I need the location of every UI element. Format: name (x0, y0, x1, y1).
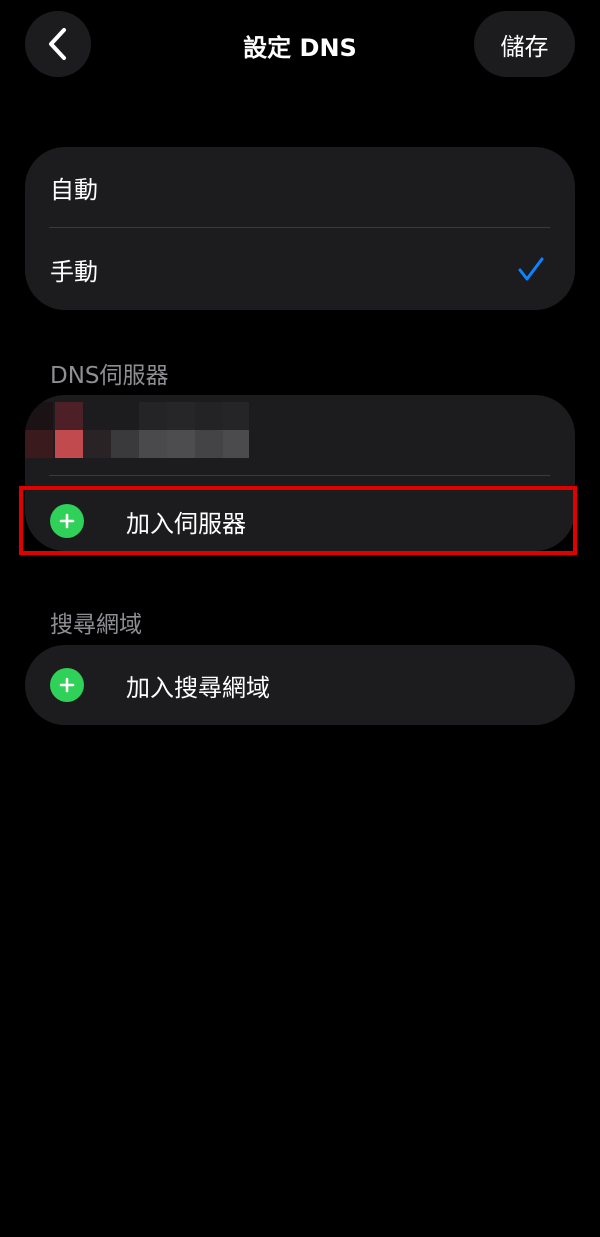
mode-option-label: 自動 (50, 176, 98, 204)
add-server-button[interactable]: 加入伺服器 (25, 483, 575, 551)
add-server-label: 加入伺服器 (126, 509, 246, 538)
dns-mode-card: 自動 手動 (25, 147, 575, 310)
divider (49, 475, 550, 476)
plus-icon (59, 513, 75, 529)
dns-server-entry-redacted[interactable] (25, 395, 575, 475)
dns-servers-header: DNS伺服器 (50, 363, 169, 389)
plus-icon (59, 677, 75, 693)
mode-option-manual[interactable]: 手動 (25, 228, 575, 310)
save-button[interactable]: 儲存 (474, 11, 575, 77)
dns-servers-card: 加入伺服器 (25, 395, 575, 551)
checkmark-icon (518, 257, 544, 281)
mode-option-automatic[interactable]: 自動 (25, 147, 575, 228)
add-search-domain-button[interactable]: 加入搜尋網域 (25, 647, 575, 723)
plus-circle-icon (50, 668, 84, 702)
search-domains-header: 搜尋網域 (50, 612, 142, 638)
search-domains-card: 加入搜尋網域 (25, 645, 575, 725)
mode-option-label: 手動 (50, 257, 98, 286)
add-search-domain-label: 加入搜尋網域 (126, 673, 270, 702)
navigation-bar: 設定 DNS 儲存 (0, 0, 600, 90)
plus-circle-icon (50, 504, 84, 538)
